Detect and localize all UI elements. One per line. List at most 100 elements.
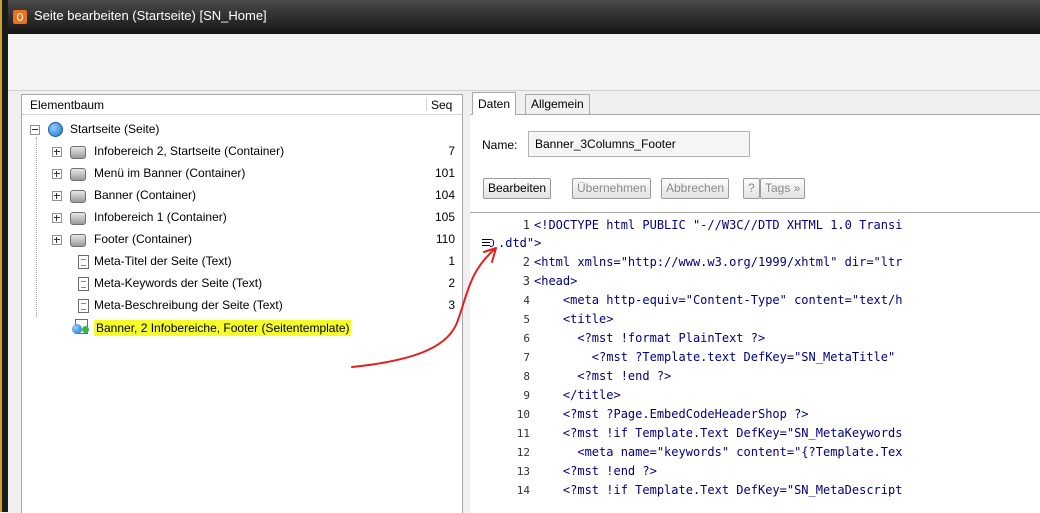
- line-number: 13: [516, 465, 530, 478]
- code-line-wrapped: .dtd">: [470, 235, 1040, 253]
- line-number: 11: [516, 427, 530, 440]
- line-number: 6: [523, 332, 530, 345]
- code-text: <title>: [534, 312, 614, 326]
- tree-item-seq: 104: [434, 188, 455, 202]
- tree-item[interactable]: Footer (Container) 110: [22, 229, 462, 249]
- help-button[interactable]: ?: [743, 178, 760, 199]
- toolbar-area: [8, 34, 1040, 91]
- line-number: 3: [522, 274, 530, 288]
- line-number: 12: [516, 446, 530, 459]
- tree-item-label: Banner (Container): [94, 188, 197, 202]
- code-line: 3 <head>: [470, 273, 1040, 291]
- tree-item-seq: 7: [448, 144, 455, 158]
- tree-header: Elementbaum Seq: [22, 95, 462, 115]
- name-field[interactable]: Banner_3Columns_Footer: [528, 131, 750, 157]
- tab-daten[interactable]: Daten: [472, 92, 517, 115]
- tree-item[interactable]: Infobereich 1 (Container) 105: [22, 207, 462, 227]
- line-number: 14: [516, 484, 530, 497]
- column-header-element[interactable]: Elementbaum: [30, 98, 104, 112]
- code-text: <head>: [534, 274, 578, 288]
- code-text: <?mst !if Template.Text DefKey="SN_MetaK…: [534, 426, 903, 440]
- code-text: <?mst ?Page.EmbedCodeHeaderShop ?>: [534, 407, 809, 421]
- tree-item-selected[interactable]: Banner, 2 Infobereiche, Footer (Seitente…: [22, 317, 462, 337]
- line-number: 5: [523, 313, 530, 326]
- code-line: 9 </title>: [470, 387, 1040, 405]
- tree-item-label: Banner, 2 Infobereiche, Footer (Seitente…: [94, 320, 352, 336]
- name-label: Name:: [482, 138, 518, 152]
- code-text: <meta http-equiv="Content-Type" content=…: [534, 293, 903, 307]
- window-edge-stripe: [0, 0, 2, 512]
- tree-item[interactable]: Infobereich 2, Startseite (Container) 7: [22, 141, 462, 161]
- code-text: <?mst !end ?>: [534, 464, 657, 478]
- tags-button[interactable]: Tags »: [760, 178, 806, 199]
- tree-root-label: Startseite (Seite): [70, 122, 160, 136]
- code-text: <html xmlns="http://www.w3.org/1999/xhtm…: [534, 255, 903, 269]
- code-line: 6 <?mst !format PlainText ?>: [470, 330, 1040, 348]
- tree-item-label: Footer (Container): [94, 232, 193, 246]
- window-title: Seite bearbeiten (Startseite) [SN_Home]: [34, 8, 267, 23]
- tree-item-label: Meta-Keywords der Seite (Text): [94, 276, 263, 290]
- tree-item[interactable]: Meta-Keywords der Seite (Text) 2: [22, 273, 462, 293]
- tree-item-label: Infobereich 1 (Container): [94, 210, 227, 224]
- code-line: 11 <?mst !if Template.Text DefKey="SN_Me…: [470, 425, 1040, 443]
- code-line: 7 <?mst ?Template.text DefKey="SN_MetaTi…: [470, 349, 1040, 367]
- code-line: 1 <!DOCTYPE html PUBLIC "-//W3C//DTD XHT…: [470, 217, 1040, 235]
- text-element-icon: [78, 299, 89, 313]
- container-icon: [70, 146, 86, 159]
- tree-item-seq: 110: [435, 232, 455, 246]
- tree-root-node[interactable]: Startseite (Seite): [22, 119, 462, 139]
- container-icon: [70, 168, 86, 181]
- code-text: <?mst ?Template.text DefKey="SN_MetaTitl…: [534, 350, 903, 364]
- word-wrap-icon: [482, 238, 494, 249]
- expand-icon[interactable]: [52, 213, 62, 223]
- tree-item-seq: 101: [434, 166, 455, 180]
- code-text: <!DOCTYPE html PUBLIC "-//W3C//DTD XHTML…: [534, 218, 903, 232]
- tree-item[interactable]: Menü im Banner (Container) 101: [22, 163, 462, 183]
- tree-item[interactable]: Banner (Container) 104: [22, 185, 462, 205]
- expand-icon[interactable]: [52, 235, 62, 245]
- tree-item-label: Menü im Banner (Container): [94, 166, 246, 180]
- container-icon: [70, 190, 86, 203]
- window-edge: [0, 0, 8, 512]
- page-template-icon: [72, 319, 90, 334]
- code-line: 10 <?mst ?Page.EmbedCodeHeaderShop ?>: [470, 406, 1040, 424]
- tree-item[interactable]: Meta-Titel der Seite (Text) 1: [22, 251, 462, 271]
- expand-icon[interactable]: [52, 191, 62, 201]
- code-line: 13 <?mst !end ?>: [470, 463, 1040, 481]
- code-line: 2 <html xmlns="http://www.w3.org/1999/xh…: [470, 254, 1040, 272]
- line-number: 9: [523, 389, 530, 402]
- code-text: <?mst !end ?>: [534, 369, 672, 383]
- tree-item-label: Meta-Beschreibung der Seite (Text): [94, 298, 283, 312]
- collapse-icon[interactable]: [30, 125, 40, 135]
- detail-pane: Daten Allgemein Name: Banner_3Columns_Fo…: [469, 92, 1040, 513]
- tab-allgemein[interactable]: Allgemein: [525, 94, 590, 114]
- tree-item-label: Meta-Titel der Seite (Text): [94, 254, 232, 268]
- tree-item-seq: 2: [448, 276, 455, 290]
- code-text: .dtd">: [498, 236, 542, 250]
- cancel-button[interactable]: Abbrechen: [661, 178, 730, 199]
- text-element-icon: [78, 277, 89, 291]
- code-line: 5 <title>: [470, 311, 1040, 329]
- line-number: 2: [522, 255, 530, 269]
- apply-button[interactable]: Übernehmen: [572, 178, 652, 199]
- line-number: 4: [523, 294, 530, 307]
- tree-item-seq: 1: [448, 254, 455, 268]
- tree-item-seq: 3: [448, 298, 455, 312]
- column-header-seq[interactable]: Seq: [426, 98, 452, 112]
- app-icon: [13, 10, 27, 24]
- tree-item[interactable]: Meta-Beschreibung der Seite (Text) 3: [22, 295, 462, 315]
- element-tree: Elementbaum Seq Startseite (Seite) Infob…: [21, 94, 463, 513]
- name-field-value: Banner_3Columns_Footer: [535, 137, 676, 151]
- code-text: <?mst !if Template.Text DefKey="SN_MetaD…: [534, 483, 903, 497]
- page-globe-icon: [48, 122, 63, 137]
- expand-icon[interactable]: [52, 169, 62, 179]
- line-number: 7: [523, 351, 530, 364]
- edit-button[interactable]: Bearbeiten: [483, 178, 552, 199]
- code-editor[interactable]: 1 <!DOCTYPE html PUBLIC "-//W3C//DTD XHT…: [470, 212, 1040, 513]
- line-number: 8: [523, 370, 530, 383]
- line-number: 10: [516, 408, 530, 421]
- text-element-icon: [78, 255, 89, 269]
- expand-icon[interactable]: [52, 147, 62, 157]
- code-text: </title>: [534, 388, 621, 402]
- tree-item-label: Infobereich 2, Startseite (Container): [94, 144, 285, 158]
